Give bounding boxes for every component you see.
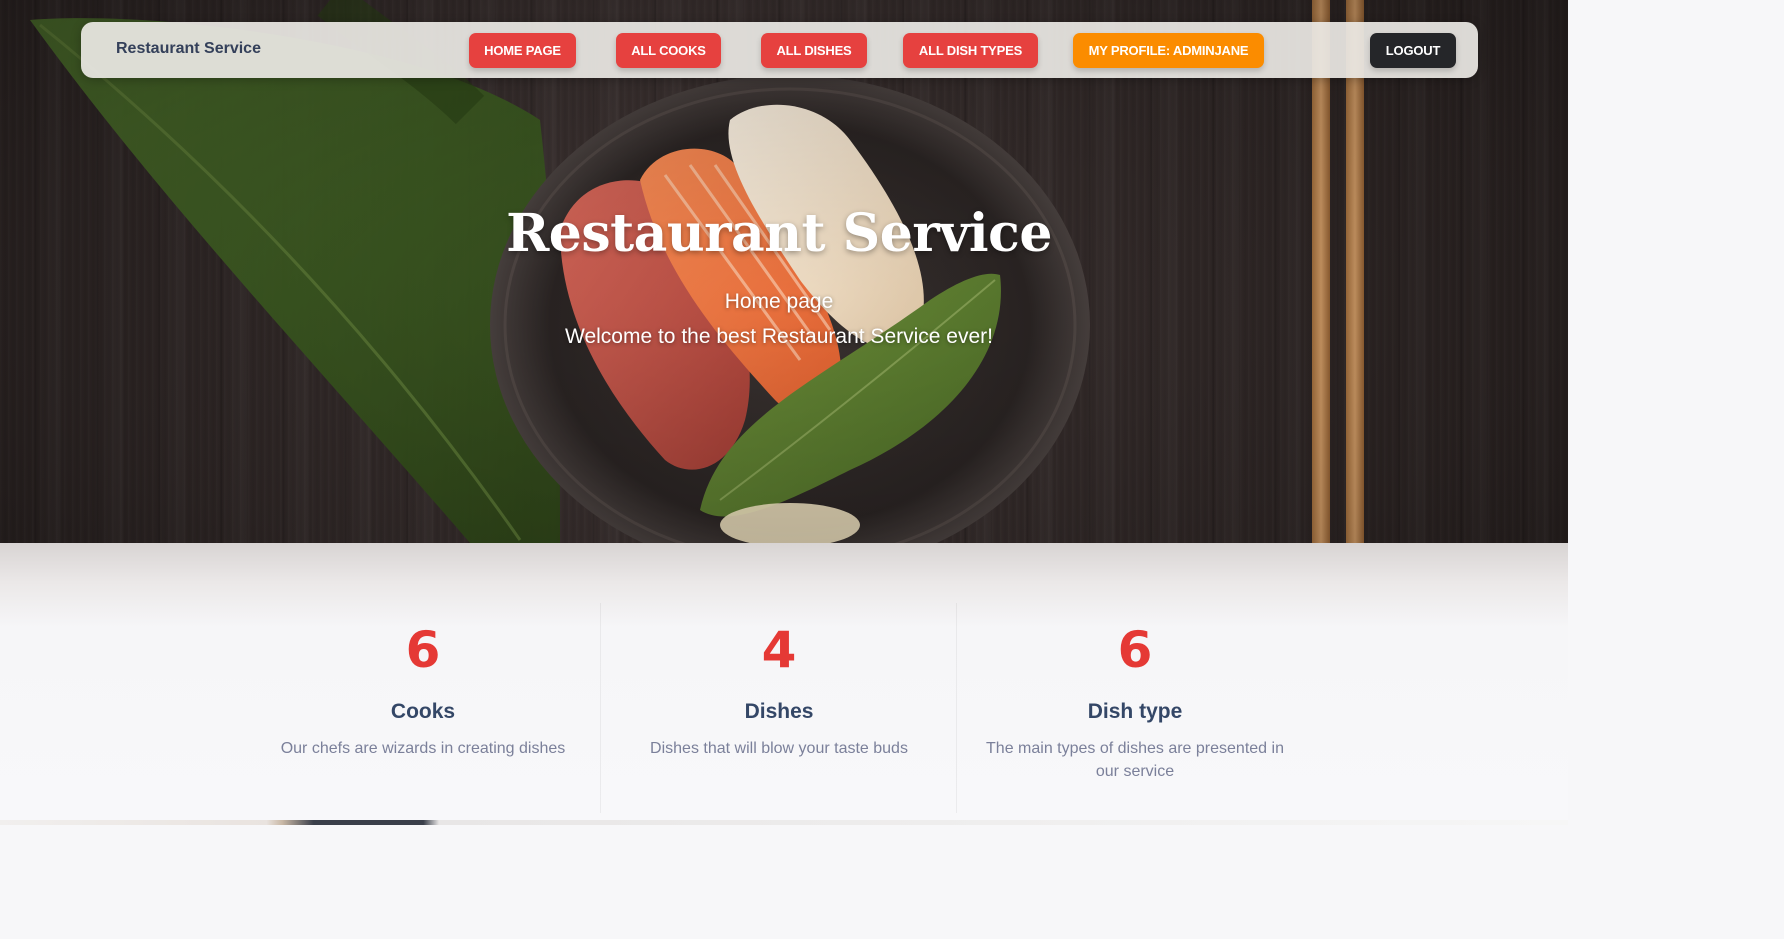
stat-description: Dishes that will blow your taste buds: [650, 740, 908, 757]
navbar: Restaurant Service HOME PAGE ALL COOKS A…: [81, 22, 1478, 78]
brand-link[interactable]: Restaurant Service: [116, 40, 261, 58]
stat-cooks: 6 Cooks Our chefs are wizards in creatin…: [245, 543, 601, 813]
my-profile-button[interactable]: MY PROFILE: ADMINJANE: [1073, 33, 1264, 68]
all-dish-types-button[interactable]: ALL DISH TYPES: [903, 33, 1038, 68]
hero-subtitle: Home page: [724, 290, 834, 313]
stats-section: 6 Cooks Our chefs are wizards in creatin…: [0, 543, 1568, 825]
hero-title: Restaurant Service: [506, 203, 1052, 264]
stat-label: Cooks: [390, 700, 456, 723]
home-page-button[interactable]: HOME PAGE: [469, 33, 576, 68]
stat-number: 6: [1117, 621, 1153, 679]
hero-section: Restaurant Service Home page Welcome to …: [0, 0, 1568, 543]
stat-dishes: 4 Dishes Dishes that will blow your tast…: [601, 543, 957, 813]
stat-dish-types: 6 Dish type The main types of dishes are…: [957, 543, 1313, 813]
hero-welcome-text: Welcome to the best Restaurant Service e…: [565, 325, 993, 348]
hero-overlay: [0, 0, 1568, 543]
logout-button[interactable]: LOGOUT: [1370, 33, 1456, 68]
stat-label: Dish type: [1087, 700, 1183, 723]
all-cooks-button[interactable]: ALL COOKS: [616, 33, 721, 68]
stat-label: Dishes: [744, 700, 814, 723]
page-bottom-edge: [0, 820, 1568, 825]
stat-description: Our chefs are wizards in creating dishes: [280, 740, 566, 757]
all-dishes-button[interactable]: ALL DISHES: [761, 33, 867, 68]
stat-number: 4: [761, 621, 797, 679]
stat-number: 6: [405, 621, 441, 679]
stat-description: The main types of dishes are presented i…: [986, 740, 1284, 780]
